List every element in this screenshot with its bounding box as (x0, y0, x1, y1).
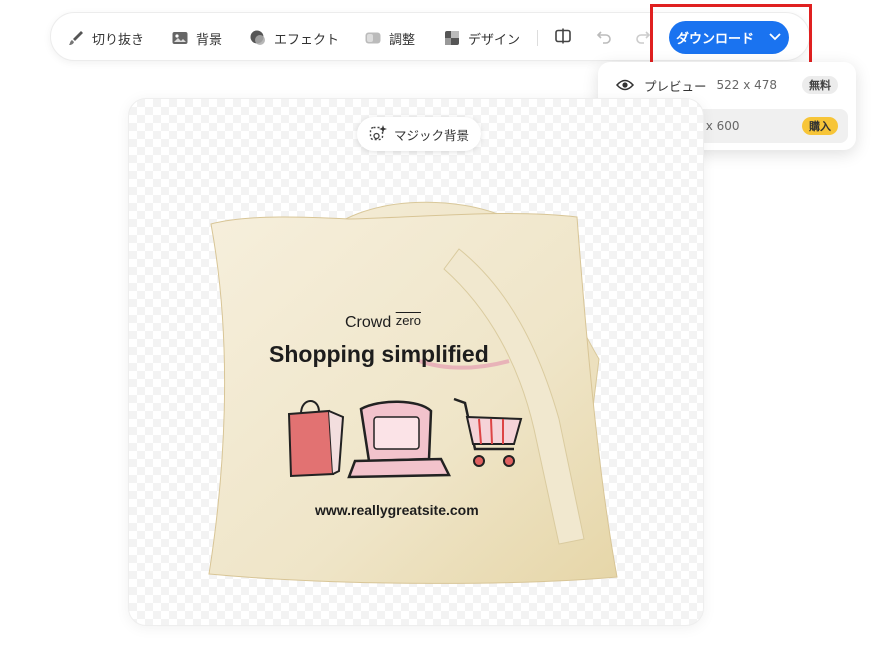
tool-cutout[interactable]: 切り抜き (67, 25, 144, 51)
tool-adjust-label: 調整 (389, 32, 416, 48)
eye-icon (612, 79, 638, 91)
tool-design[interactable]: デザイン (443, 25, 520, 51)
compare-icon (554, 27, 572, 49)
download-highlight-box (650, 4, 812, 71)
undo-icon (595, 27, 613, 49)
tool-effect[interactable]: エフェクト (249, 25, 339, 51)
image-canvas: Crowd zero Shopping simplified www.reall… (128, 98, 704, 626)
bag-brand-name: Crowd (345, 314, 392, 331)
download-option-preview[interactable]: プレビュー 522 x 478 無料 (606, 68, 848, 102)
tool-effect-label: エフェクト (274, 32, 340, 48)
adjust-icon (364, 29, 382, 47)
tool-background[interactable]: 背景 (171, 25, 222, 51)
design-icon (443, 29, 461, 47)
bag-brand: Crowd zero (345, 313, 421, 332)
tool-cutout-label: 切り抜き (92, 32, 145, 48)
tool-design-label: デザイン (468, 32, 521, 48)
bag-headline: Shopping simplified (269, 341, 489, 367)
download-option-size: 522 x 478 (716, 78, 778, 92)
circle-effect-icon (249, 29, 267, 47)
magic-background-label: マジック背景 (394, 127, 470, 143)
download-option-label: プレビュー (644, 78, 707, 94)
compare-button[interactable] (553, 28, 573, 48)
magic-background-button[interactable]: マジック背景 (357, 117, 482, 151)
image-icon (171, 29, 189, 47)
bag-brand-suffix: zero (395, 313, 421, 328)
tool-background-label: 背景 (196, 32, 223, 48)
undo-button[interactable] (594, 28, 614, 48)
magic-sparkle-icon (369, 124, 387, 145)
free-badge: 無料 (802, 76, 838, 94)
brush-icon (67, 29, 85, 47)
buy-badge: 購入 (802, 117, 838, 135)
bag-url: www.reallygreatsite.com (315, 502, 479, 518)
toolbar-divider (537, 30, 538, 46)
tool-adjust[interactable]: 調整 (364, 25, 415, 51)
